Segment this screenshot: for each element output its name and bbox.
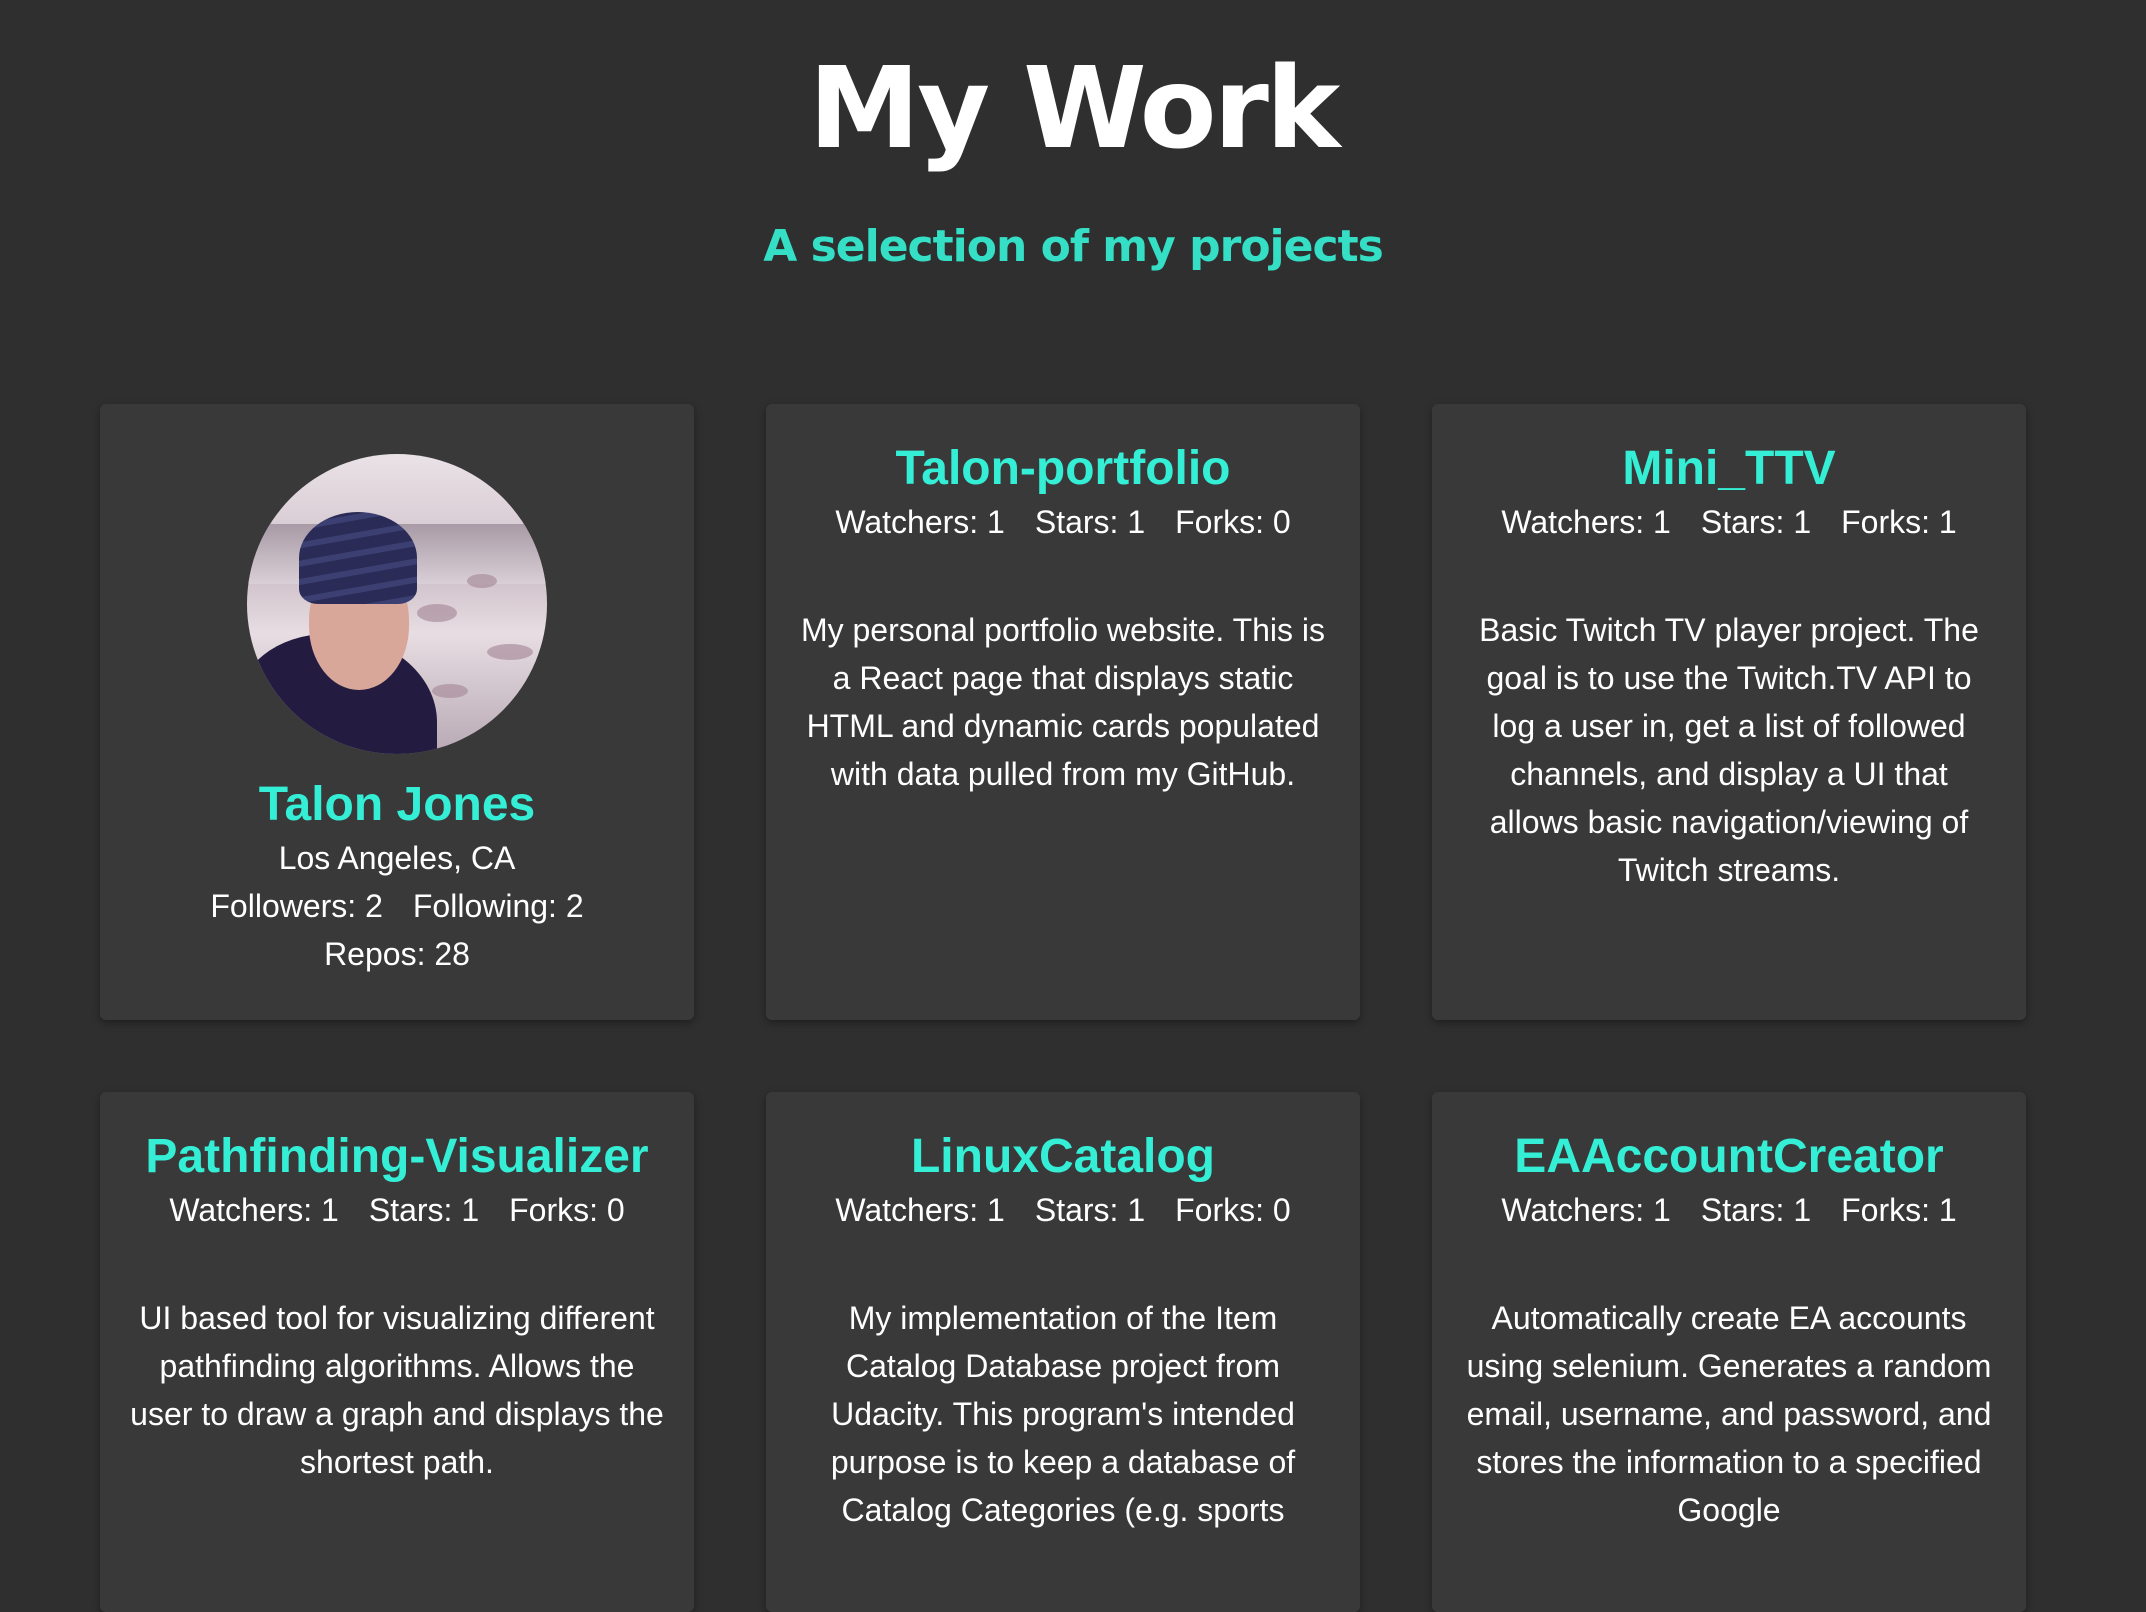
page-title: My Work — [808, 44, 1341, 174]
repo-watchers: Watchers: 1 — [835, 504, 1005, 540]
repo-forks: Forks: 0 — [1175, 1192, 1291, 1228]
avatar-background-spot — [432, 684, 468, 698]
repo-title[interactable]: Mini_TTV — [1432, 440, 2026, 498]
repo-forks: Forks: 0 — [509, 1192, 625, 1228]
avatar-beanie — [299, 512, 417, 604]
profile-repos: Repos: 28 — [324, 936, 470, 972]
repo-stats: Watchers: 1 Stars: 1 Forks: 1 — [1432, 1188, 2026, 1232]
profile-name: Talon Jones — [258, 778, 536, 831]
repo-card: Talon-portfolio Watchers: 1 Stars: 1 Forks… — [766, 404, 1360, 1020]
repo-watchers: Watchers: 1 — [1501, 504, 1671, 540]
repo-stats: Watchers: 1 Stars: 1 Forks: 0 — [100, 1188, 694, 1232]
repo-description: UI based tool for visualizing different … — [130, 1300, 664, 1480]
repo-forks: Forks: 0 — [1175, 504, 1291, 540]
page-subtitle: A selection of my projects — [763, 221, 1384, 272]
profile-follow-stats: Followers: 2 Following: 2 — [100, 882, 694, 930]
repo-forks: Forks: 1 — [1841, 1192, 1957, 1228]
profile-card: Talon Jones Los Angeles, CA Followers: 2… — [100, 404, 694, 1020]
repo-stats: Watchers: 1 Stars: 1 Forks: 0 — [766, 1188, 1360, 1232]
repo-description: Automatically create EA accounts using s… — [1466, 1300, 1992, 1528]
page-header: My Work A selection of my projects — [0, 0, 2146, 272]
profile-following: Following: 2 — [412, 888, 584, 924]
repo-stars: Stars: 1 — [1700, 1192, 1812, 1228]
repo-card: LinuxCatalog Watchers: 1 Stars: 1 Forks: 0… — [766, 1092, 1360, 1612]
profile-followers: Followers: 2 — [210, 888, 383, 924]
repo-watchers: Watchers: 1 — [835, 1192, 1005, 1228]
repo-stats: Watchers: 1 Stars: 1 Forks: 0 — [766, 500, 1360, 544]
repo-stars: Stars: 1 — [1034, 504, 1146, 540]
repo-title[interactable]: LinuxCatalog — [766, 1128, 1360, 1186]
avatar — [247, 454, 547, 754]
avatar-background-spot — [417, 604, 457, 622]
repo-card: Mini_TTV Watchers: 1 Stars: 1 Forks: 1 Bas… — [1432, 404, 2026, 1020]
repo-description: My personal portfolio website. This is a… — [800, 612, 1326, 792]
repo-title[interactable]: Pathfinding-Visualizer — [100, 1128, 694, 1186]
repo-description: My implementation of the Item Catalog Da… — [830, 1300, 1296, 1528]
repo-card: EAAccountCreator Watchers: 1 Stars: 1 Fork… — [1432, 1092, 2026, 1612]
repo-forks: Forks: 1 — [1841, 504, 1957, 540]
repo-stars: Stars: 1 — [368, 1192, 480, 1228]
repo-watchers: Watchers: 1 — [169, 1192, 339, 1228]
repo-description: Basic Twitch TV player project. The goal… — [1479, 612, 1979, 888]
repo-title[interactable]: EAAccountCreator — [1432, 1128, 2026, 1186]
repo-stats: Watchers: 1 Stars: 1 Forks: 1 — [1432, 500, 2026, 544]
repo-stars: Stars: 1 — [1700, 504, 1812, 540]
avatar-background-spot — [487, 644, 533, 660]
repo-card: Pathfinding-Visualizer Watchers: 1 Stars:… — [100, 1092, 694, 1612]
repo-title[interactable]: Talon-portfolio — [766, 440, 1360, 498]
repo-stars: Stars: 1 — [1034, 1192, 1146, 1228]
profile-location: Los Angeles, CA — [278, 840, 516, 876]
avatar-background-spot — [467, 574, 497, 588]
repo-watchers: Watchers: 1 — [1501, 1192, 1671, 1228]
